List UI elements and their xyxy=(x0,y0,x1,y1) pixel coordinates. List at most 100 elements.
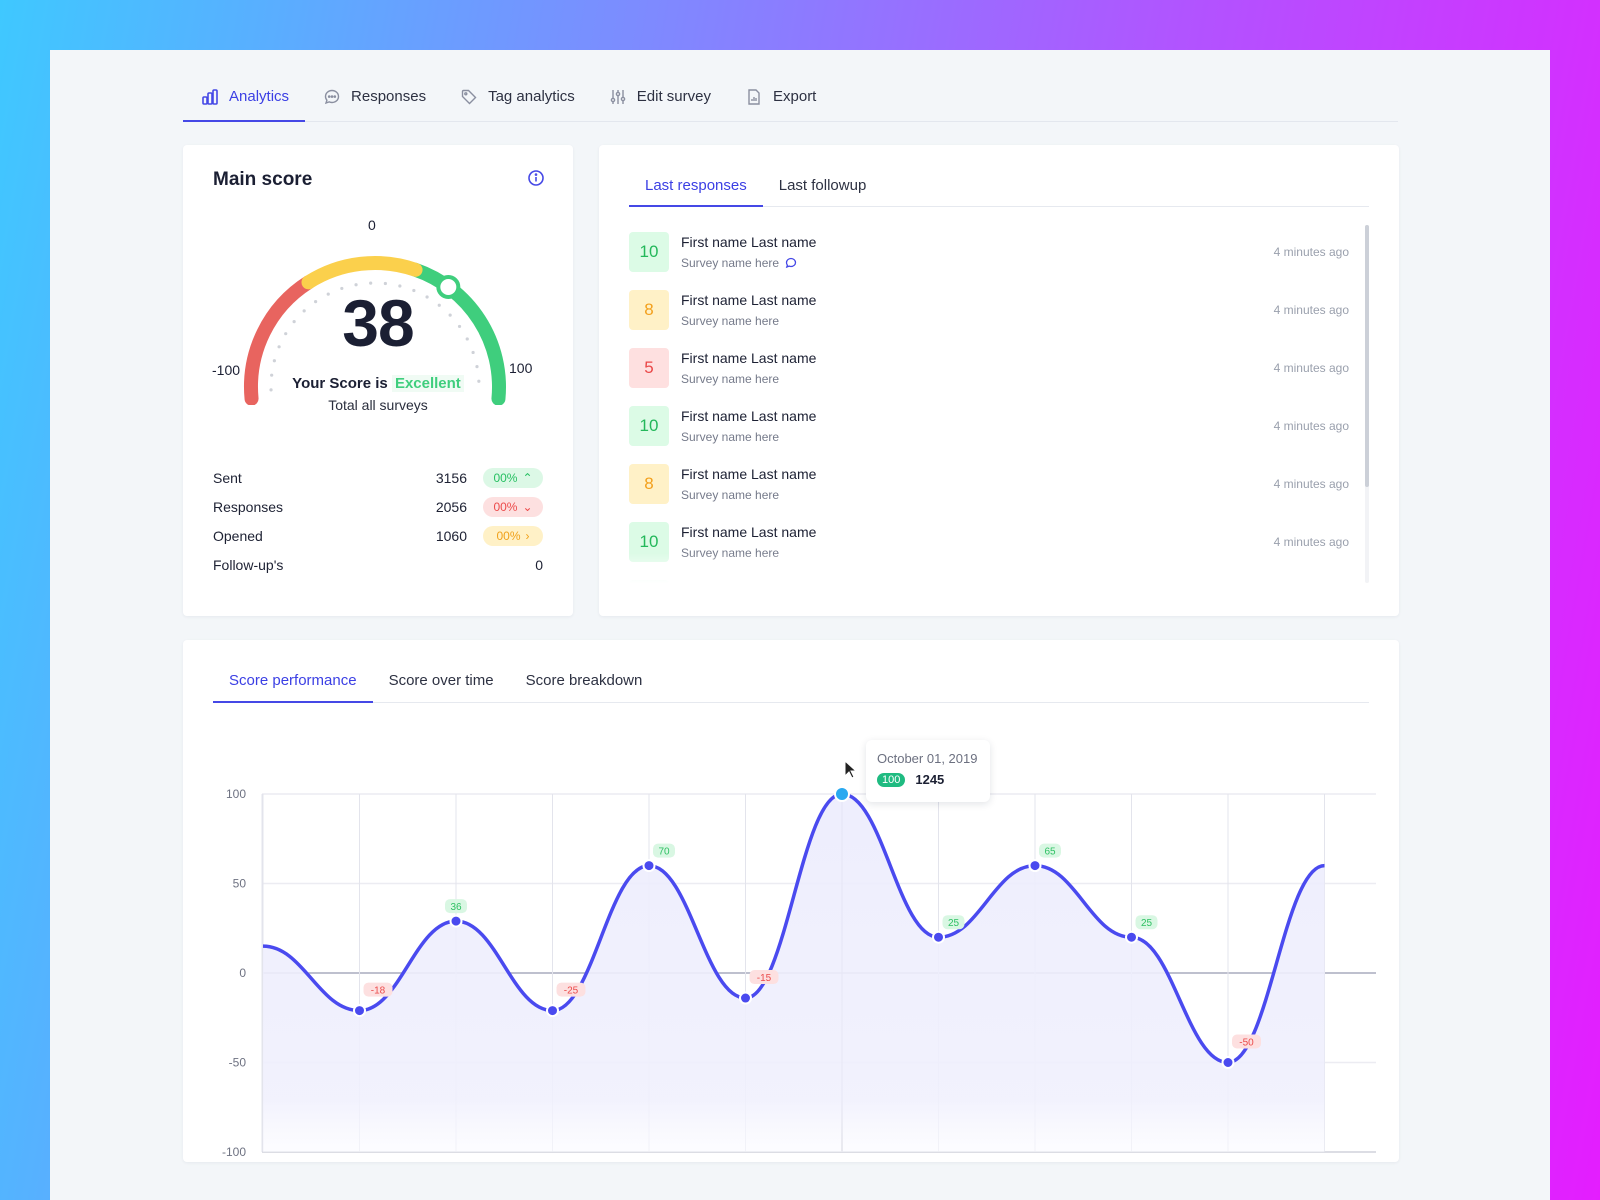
mouse-cursor-icon xyxy=(844,760,858,779)
data-label: -15 xyxy=(757,973,772,984)
stat-row-opened: Opened 1060 00% › xyxy=(213,521,543,550)
nav-tab-tag-analytics[interactable]: Tag analytics xyxy=(442,72,591,121)
data-label: -50 xyxy=(1239,1038,1254,1049)
response-score: 8 xyxy=(629,464,669,504)
respondent-name: First name Last name xyxy=(681,466,817,482)
sliders-icon xyxy=(610,89,626,104)
stat-value: 2056 xyxy=(435,498,467,515)
chart-tabs: Score performance Score over time Score … xyxy=(213,658,1369,703)
nav-tab-export[interactable]: Export xyxy=(727,72,832,121)
y-tick-label: 0 xyxy=(239,966,246,980)
tab-last-responses[interactable]: Last responses xyxy=(629,165,763,207)
tab-score-breakdown[interactable]: Score breakdown xyxy=(510,658,659,702)
main-score-card: Main score 0 -100 100 38 Your Score is E… xyxy=(183,145,573,616)
nav-tab-label: Export xyxy=(773,88,817,105)
data-point xyxy=(642,859,656,873)
response-row[interactable]: 8 First name Last name Survey name here 4 m… xyxy=(629,455,1349,513)
chevron-right-icon: › xyxy=(525,528,530,543)
survey-name: Survey name here xyxy=(681,372,780,386)
responses-scrollbar[interactable] xyxy=(1365,225,1369,583)
data-point xyxy=(1221,1056,1235,1069)
chart-card: 100500-50-100-1836-2570-15256525-50Apr 2… xyxy=(183,640,1399,1162)
tooltip-date: October 01, 2019 xyxy=(877,751,978,766)
response-row[interactable]: 10 First name Last name Survey name here 4 … xyxy=(629,397,1349,455)
tab-score-performance[interactable]: Score performance xyxy=(213,658,373,703)
response-info: First name Last name Survey name here xyxy=(681,524,1274,560)
survey-name: Survey name here xyxy=(681,546,780,560)
response-time: 4 minutes ago xyxy=(1273,477,1349,491)
nav-tab-responses[interactable]: Responses xyxy=(305,72,442,121)
nav-tab-label: Analytics xyxy=(229,88,290,105)
y-tick-label: 50 xyxy=(233,877,247,891)
stat-label: Follow-up's xyxy=(213,556,284,573)
responses-list: 10 First name Last name Survey name here 4 … xyxy=(629,223,1349,583)
response-score: 8 xyxy=(629,290,669,330)
trend-change: 00% xyxy=(493,499,518,514)
nav-tab-label: Edit survey xyxy=(636,88,711,105)
data-point xyxy=(1125,930,1138,944)
stat-value: 0 xyxy=(535,556,543,573)
data-point xyxy=(739,991,752,1005)
tab-last-followup[interactable]: Last followup xyxy=(763,165,883,206)
response-score xyxy=(629,580,669,583)
tab-score-over-time[interactable]: Score over time xyxy=(373,658,510,702)
response-row[interactable]: First name Last name xyxy=(629,571,1349,583)
data-label: 70 xyxy=(658,847,670,858)
comment-icon[interactable] xyxy=(785,257,797,269)
nav-tab-edit-survey[interactable]: Edit survey xyxy=(591,72,727,121)
stat-row-followups: Follow-up's 0 xyxy=(213,550,543,579)
nav-tab-analytics[interactable]: Analytics xyxy=(183,72,306,122)
tooltip-badge: 100 xyxy=(877,772,906,787)
data-point xyxy=(932,930,945,944)
data-label: -25 xyxy=(564,986,579,997)
data-label: 25 xyxy=(1141,918,1153,929)
stat-label: Sent xyxy=(213,469,242,486)
respondent-name: First name Last name xyxy=(681,234,817,250)
survey-name: Survey name here xyxy=(681,488,780,502)
response-time: 4 minutes ago xyxy=(1273,535,1349,549)
response-row[interactable]: 10 First name Last name Survey name here 4 … xyxy=(629,223,1349,281)
response-row[interactable]: 10 First name Last name Survey name here 4 … xyxy=(629,513,1349,571)
respondent-name: First name Last name xyxy=(681,524,817,540)
trend-change: 00% xyxy=(493,470,518,485)
stat-label: Opened xyxy=(213,527,263,544)
score-performance-chart: 100500-50-100-1836-2570-15256525-50Apr 2… xyxy=(222,786,1376,1159)
survey-name-row: Survey name here xyxy=(681,488,1274,502)
response-info: First name Last name Survey name here xyxy=(681,408,1274,444)
response-info: First name Last name Survey name here xyxy=(681,350,1274,386)
highlight-point xyxy=(834,786,850,802)
nav-tab-label: Tag analytics xyxy=(488,88,575,105)
data-point xyxy=(353,1004,366,1018)
tooltip-value: 1245 xyxy=(915,772,945,787)
chevron-up-icon: ⌃ xyxy=(522,470,533,485)
response-score: 10 xyxy=(629,522,669,562)
response-time: 4 minutes ago xyxy=(1273,419,1349,433)
score-rating-text: Your Score is Excellent xyxy=(183,375,573,392)
response-row[interactable]: 8 First name Last name Survey name here 4 m… xyxy=(629,281,1349,339)
document-icon xyxy=(748,88,760,105)
survey-name-row: Survey name here xyxy=(681,372,1274,386)
stats-list: Sent 3156 00% ⌃ Responses 2056 00% ⌄ Ope… xyxy=(213,463,543,579)
data-point xyxy=(546,1004,559,1018)
response-score: 10 xyxy=(629,232,669,272)
main-score-value: 38 xyxy=(342,286,414,360)
bar-chart-icon xyxy=(202,88,218,105)
stat-value: 3156 xyxy=(435,469,467,486)
response-score: 5 xyxy=(629,348,669,388)
score-subtitle: Total all surveys xyxy=(328,397,428,413)
stat-value: 1060 xyxy=(435,527,467,544)
scrollbar-thumb[interactable] xyxy=(1365,225,1369,487)
tag-icon xyxy=(461,89,477,104)
data-label: -18 xyxy=(371,986,386,997)
chevron-down-icon: ⌄ xyxy=(522,499,533,514)
survey-name: Survey name here xyxy=(681,314,780,328)
data-point xyxy=(449,914,463,928)
info-icon[interactable] xyxy=(527,169,545,187)
chat-bubble-icon xyxy=(324,89,340,104)
stat-label: Responses xyxy=(213,498,284,515)
response-row[interactable]: 5 First name Last name Survey name here 4 m… xyxy=(629,339,1349,397)
response-time: 4 minutes ago xyxy=(1273,245,1349,259)
response-info: First name Last name Survey name here xyxy=(681,466,1274,502)
gauge-arc-mid xyxy=(301,256,423,290)
top-nav: Analytics Responses Tag analytics Edit s… xyxy=(183,72,1398,122)
